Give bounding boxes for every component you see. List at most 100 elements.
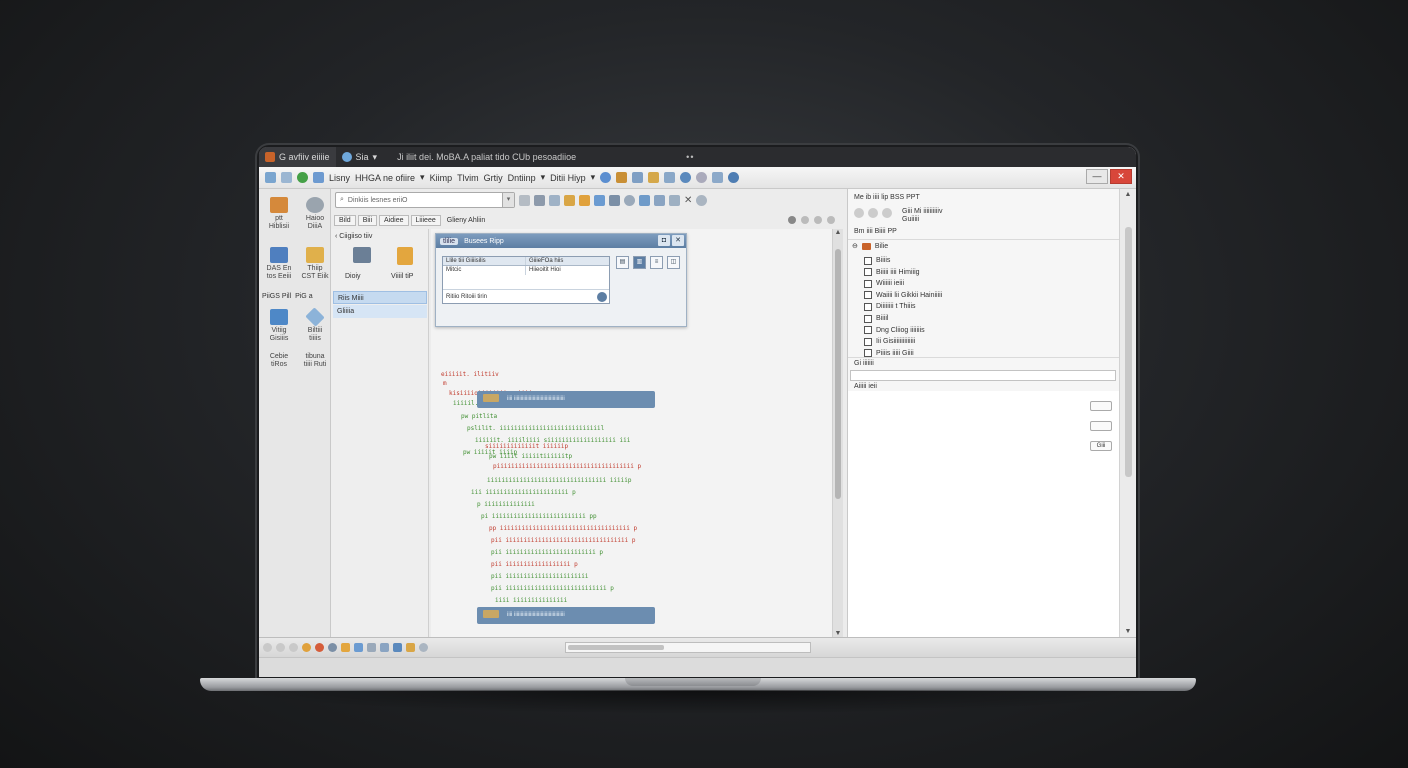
window-icon[interactable] [313, 172, 324, 183]
globe-icon[interactable] [600, 172, 612, 183]
filter-icon[interactable] [328, 643, 337, 652]
scroll-thumb[interactable] [1125, 227, 1132, 477]
layers-icon[interactable] [367, 643, 376, 652]
menu-item-1[interactable]: Lisny [329, 173, 350, 183]
panel-button-3[interactable]: Giii [1090, 441, 1112, 451]
menu-item-4[interactable]: Tlvim [457, 173, 479, 183]
scroll-down-icon[interactable]: ▼ [1120, 628, 1136, 635]
minimize-button[interactable]: — [1086, 169, 1108, 184]
help-icon[interactable] [728, 172, 740, 183]
close-button[interactable]: ✕ [1110, 169, 1132, 184]
circle-icon[interactable] [814, 216, 822, 224]
search-input[interactable]: ⌕ Dinkiis lesnes eriiO ▾ [335, 192, 515, 208]
right-panel-scrollbar[interactable]: ▲ ▼ [1119, 189, 1136, 637]
link-icon[interactable] [624, 194, 635, 206]
menu-item-2[interactable]: HHGA ne ofiire [355, 173, 415, 183]
confirm-icon[interactable] [597, 292, 607, 302]
export-icon[interactable] [406, 643, 415, 652]
info-icon[interactable] [788, 216, 796, 224]
grid-icon[interactable] [669, 194, 680, 206]
view-menu-button[interactable]: ≡ [650, 256, 663, 269]
refresh-icon[interactable] [696, 194, 708, 206]
scroll-thumb[interactable] [568, 645, 664, 650]
folder-icon[interactable] [648, 172, 660, 183]
pin-icon[interactable]: ◘ [658, 235, 670, 246]
strip-item-8[interactable]: tibuna tiiii Ruti [297, 353, 333, 369]
nav-icon[interactable] [519, 194, 530, 206]
scroll-thumb[interactable] [835, 249, 841, 499]
settings-icon[interactable] [419, 643, 428, 652]
column-header[interactable]: GiiieFOa hiis [526, 257, 609, 265]
forward-icon[interactable] [868, 208, 878, 218]
home-icon[interactable] [882, 208, 892, 218]
scroll-up-icon[interactable]: ▲ [833, 229, 843, 236]
info-icon[interactable] [680, 172, 692, 183]
chevron-down-icon[interactable]: ▾ [502, 193, 514, 207]
grid-icon[interactable] [664, 172, 676, 183]
back-icon[interactable] [854, 208, 864, 218]
circle-icon[interactable] [276, 643, 285, 652]
close-icon[interactable]: ✕ [672, 235, 684, 246]
close-icon[interactable]: ✕ [684, 195, 692, 206]
tree-root[interactable]: ⊖ Bilie [852, 241, 888, 252]
circle-icon[interactable] [289, 643, 298, 652]
tree-item[interactable]: Waiiii lii Gikkii Hainiiiii [864, 290, 942, 301]
tab-5[interactable]: Glieny Ahliin [443, 216, 490, 225]
run-icon[interactable] [297, 172, 308, 183]
horizontal-scrollbar[interactable] [565, 642, 811, 653]
tree-item[interactable]: Diiiiiiii t Thiiis [864, 301, 916, 312]
strip-item-3[interactable]: DAS En tos Eeiii [261, 247, 297, 281]
view-grid-button[interactable]: ▥ [633, 256, 646, 269]
scroll-up-icon[interactable]: ▲ [1120, 191, 1136, 198]
scroll-down-icon[interactable]: ▼ [833, 630, 843, 637]
warning-icon[interactable] [302, 643, 311, 652]
folder-icon[interactable] [341, 643, 350, 652]
panel-button-2[interactable] [1090, 421, 1112, 431]
save-icon[interactable] [594, 194, 605, 206]
import-icon[interactable] [639, 194, 650, 206]
layout-icon[interactable] [712, 172, 724, 183]
document-icon[interactable] [397, 247, 413, 265]
tree-item[interactable]: Wiiiiii ieiii [864, 278, 904, 289]
strip-item-2[interactable]: Haioo DiiiA [297, 197, 333, 231]
strip-item-5[interactable]: Vitiig Gisiiis [261, 309, 297, 343]
circle-icon[interactable] [801, 216, 809, 224]
strip-item-1[interactable]: ptt Hiblisii [261, 197, 297, 231]
circle-icon[interactable] [827, 216, 835, 224]
chevron-left-icon[interactable]: ‹ [335, 233, 337, 240]
tree-item[interactable]: Biiiis [864, 255, 890, 266]
filter-input[interactable] [850, 370, 1116, 381]
folder-icon[interactable] [564, 194, 575, 206]
tree-item[interactable]: Biiiii iiii Himiiig [864, 267, 920, 278]
browser-tab-1[interactable]: G avfiiv eiiiie [259, 147, 336, 167]
nav-icon[interactable] [549, 194, 560, 206]
tab-2[interactable]: Biii [357, 214, 378, 226]
expand-icon[interactable] [265, 172, 276, 183]
layers-icon[interactable] [609, 194, 620, 206]
nav-icon[interactable] [534, 194, 545, 206]
tools-icon[interactable] [281, 172, 292, 183]
new-file-icon[interactable] [579, 194, 590, 206]
code-block-bar[interactable]: iiii iiiiiiiiiiiiiiiiiiiiiiiiiiiiiiiiiii… [477, 391, 655, 408]
error-icon[interactable] [315, 643, 324, 652]
strip-item-7[interactable]: Cebie tiRos [261, 353, 297, 369]
tab-4[interactable]: Liiieee [410, 214, 441, 226]
panel-button-1[interactable] [1090, 401, 1112, 411]
menu-item-7[interactable]: Ditii Hiyp [550, 173, 586, 183]
export-icon[interactable] [654, 194, 665, 206]
menu-item-3[interactable]: Kiimp [430, 173, 453, 183]
menu-item-5[interactable]: Grtiy [484, 173, 503, 183]
tree-item[interactable]: Iii Gisiiiiiiiiiiiiii [864, 336, 915, 347]
side-panel-item-selected[interactable]: Riis Miiii [333, 291, 427, 304]
settings-icon[interactable] [696, 172, 708, 183]
bookmark-icon[interactable] [616, 172, 628, 183]
view-split-button[interactable]: ◫ [667, 256, 680, 269]
grid-icon[interactable] [380, 643, 389, 652]
image-icon[interactable] [354, 643, 363, 652]
view-icon[interactable] [632, 172, 644, 183]
code-block-bar[interactable]: iiii iiiiiiiiiiiiiiiiiiiiiiiiiiiiiiiiiii… [477, 607, 655, 624]
strip-item-6[interactable]: Biltiii tiiiis [297, 307, 333, 343]
tab-1[interactable]: Bild [334, 214, 356, 226]
view-list-button[interactable]: ▤ [616, 256, 629, 269]
editor-scrollbar[interactable]: ▲ ▼ [832, 229, 843, 637]
